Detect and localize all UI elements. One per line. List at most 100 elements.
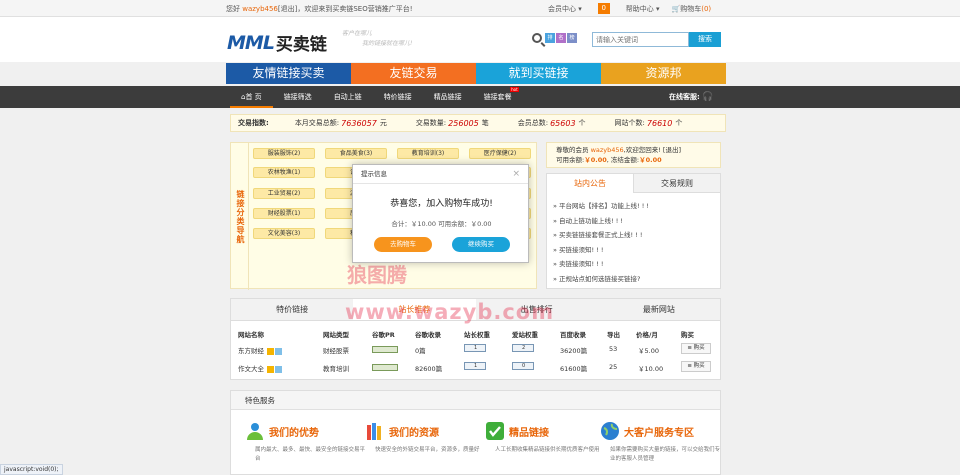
notice-item[interactable]: » 卖链接须知! ! !: [553, 257, 714, 272]
greeting-prefix: 您好: [226, 5, 240, 13]
site-logo[interactable]: MML 买卖链: [227, 30, 327, 56]
category-tag[interactable]: 食品美食(3): [325, 148, 387, 159]
weight-value: 1: [474, 363, 478, 369]
cart-count: (0): [701, 4, 712, 13]
slogan: 客户在哪儿 我的链接就在哪儿!: [342, 29, 412, 49]
baidu-indexed: 36200篇: [560, 347, 588, 355]
notice-item[interactable]: » 自动上链功能上线! ! !: [553, 214, 714, 229]
service-title: 我们的优势: [269, 428, 319, 439]
table-row: 作文大全: [238, 363, 283, 373]
category-tag[interactable]: 财经股票(1): [253, 208, 315, 219]
books-icon: [367, 423, 381, 440]
column-header: 价格/月: [636, 331, 658, 339]
service-title: 大客户服务专区: [624, 428, 694, 439]
balance-value: ￥0.00: [584, 156, 607, 164]
column-header: 网站名称: [238, 331, 264, 339]
notice-item[interactable]: » 买卖链链接套餐正式上线! ! !: [553, 228, 714, 243]
category-tag[interactable]: 工业贸易(2): [253, 188, 315, 199]
google-indexed: 0篇: [415, 347, 426, 355]
category-tag[interactable]: 医疗保健(2): [469, 148, 531, 159]
go-to-cart-button[interactable]: 去购物车: [374, 237, 432, 252]
buy-label: 购买: [693, 345, 705, 351]
nav-special-links[interactable]: 特价链接: [373, 86, 423, 108]
rank-block: 排: [545, 33, 555, 43]
buy-label: 购买: [693, 363, 705, 369]
tab-new-sites[interactable]: 最新网站: [598, 299, 720, 320]
online-service-label: 在线客服:: [669, 93, 700, 101]
weight-icon: 0: [512, 362, 534, 370]
continue-shopping-button[interactable]: 继续购买: [452, 237, 510, 252]
notice-item[interactable]: » 正规站点如何选链接买链接?: [553, 272, 714, 287]
logo-text: 买卖链: [275, 35, 327, 55]
slogan-line-2: 我的链接就在哪儿!: [362, 40, 413, 47]
close-icon[interactable]: ×: [512, 169, 520, 179]
message-badge[interactable]: 0: [597, 3, 610, 14]
category-tag[interactable]: 农林牧渔(1): [253, 167, 315, 178]
nav-link-packages-label: 链接套餐: [483, 93, 512, 101]
nav-home-label: 首 页: [245, 93, 262, 101]
rank-block: 榜: [567, 33, 577, 43]
featured-services: 特色服务 我们的优势 属内最大、最多、最快、最安全的链接交易平台 我们的资源 快…: [230, 390, 721, 475]
service-desc: 快速安全的外链交易平台，资源多，质量好: [375, 447, 480, 453]
stats-label: 会员总数:: [517, 119, 549, 127]
username-link[interactable]: wazyb456: [242, 5, 278, 13]
notice-item[interactable]: » 平台网站【排名】功能上线! ! !: [553, 199, 714, 214]
tab-trade-rules[interactable]: 交易规则: [633, 174, 720, 193]
category-link-trade[interactable]: 友链交易: [351, 63, 476, 84]
user-name[interactable]: wazyb456: [591, 146, 624, 154]
buy-button[interactable]: ≡ 购买: [681, 361, 711, 372]
tab-site-notice[interactable]: 站内公告: [547, 174, 633, 193]
top-links: 会员中心 ▾ 0 帮助中心 ▾ 🛒购物车(0): [548, 3, 711, 14]
category-link-buy[interactable]: 就到买链接: [476, 63, 601, 84]
nav-link-filter[interactable]: 链接筛选: [273, 86, 323, 108]
help-center-link[interactable]: 帮助中心 ▾: [626, 4, 660, 14]
category-link-friend-links[interactable]: 友情链接买卖: [226, 63, 351, 84]
service-title: 我们的资源: [389, 428, 439, 439]
ranking-badges: 排名榜: [544, 32, 577, 43]
nav-home[interactable]: ⌂首 页: [230, 86, 273, 108]
greeting: 您好 wazyb456[退出]，欢迎来到买卖链SEO营销推广平台!: [226, 4, 413, 14]
category-tag[interactable]: 服装服饰(2): [253, 148, 315, 159]
user-greeting: 尊敬的会员: [556, 146, 589, 154]
site-info-icon: [275, 365, 283, 373]
google-pr-bar: [372, 363, 398, 371]
zz-weight: 1: [464, 344, 486, 352]
site-type: 财经股票: [323, 347, 349, 355]
price: ￥10.00: [638, 365, 664, 373]
nav-auto-link[interactable]: 自动上链: [323, 86, 373, 108]
category-tag[interactable]: 文化美容(3): [253, 228, 315, 239]
buy-button[interactable]: ≡ 购买: [681, 343, 711, 354]
frozen-value: ￥0.00: [639, 156, 662, 164]
member-center-link[interactable]: 会员中心 ▾: [548, 4, 582, 14]
tab-special-links[interactable]: 特价链接: [231, 299, 353, 320]
nav-premium-links[interactable]: 精品链接: [423, 86, 473, 108]
main-nav: ⌂首 页 链接筛选 自动上链 特价链接 精品链接 链接套餐 hot 在线客服: 🎧: [0, 86, 960, 108]
site-name-link[interactable]: 作文大全: [238, 365, 264, 373]
nav-link-packages[interactable]: 链接套餐 hot: [473, 86, 523, 108]
search-input[interactable]: [592, 32, 689, 47]
site-name-link[interactable]: 东方财经: [238, 347, 264, 355]
baidu-indexed: 61600篇: [560, 365, 588, 373]
pr-bar-icon: [372, 363, 398, 371]
stats-unit: 元: [379, 119, 387, 127]
az-weight: 2: [512, 344, 534, 352]
weight-icon: 2: [512, 344, 534, 352]
notice-item[interactable]: » 买链接须知! ! !: [553, 243, 714, 258]
add-to-cart-dialog: 提示信息 × 恭喜您，加入购物车成功! 合计：￥10.00 可用余额：￥0.00…: [352, 164, 529, 263]
globe-icon: [601, 422, 619, 440]
category-link-resources[interactable]: 资源邦: [601, 63, 726, 84]
search-button[interactable]: 搜索: [689, 32, 721, 47]
category-tag[interactable]: 教育培训(3): [397, 148, 459, 159]
weight-icon: 1: [464, 362, 486, 370]
service-desc: 如果你需要购买大量的链接，可以交给我们专业的客服人员管理: [610, 447, 721, 462]
trade-stats: 交易指数: 本月交易总额: 7636057 元 交易数量: 256005 笔 会…: [230, 114, 726, 132]
balance-label: 可用余额:: [556, 156, 585, 164]
site-badge-icon: [267, 347, 275, 355]
stats-value: 256005: [448, 118, 479, 128]
stats-unit: 笔: [481, 119, 489, 127]
zz-weight: 1: [464, 362, 486, 370]
search-decoration: 排名榜: [532, 32, 577, 43]
online-service[interactable]: 在线客服: 🎧: [669, 86, 713, 108]
cart-link[interactable]: 🛒购物车(0): [672, 4, 712, 14]
stats-unit: 个: [578, 119, 586, 127]
